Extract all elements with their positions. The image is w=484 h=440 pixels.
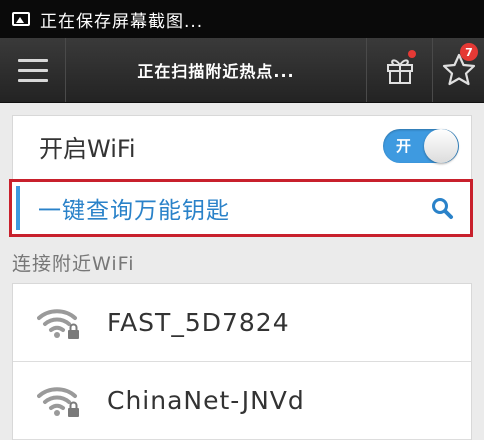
notification-badge: 7	[460, 43, 478, 61]
wifi-toggle-row: 开启WiFi 开	[13, 116, 471, 176]
gift-icon	[386, 59, 413, 84]
gift-notification-dot	[408, 50, 416, 58]
master-key-search-button[interactable]: 一键查询万能钥匙	[9, 179, 473, 237]
status-bar: 正在保存屏幕截图...	[0, 0, 484, 38]
favorites-button[interactable]: 7	[432, 38, 484, 102]
toggle-state-text: 开	[396, 137, 412, 155]
status-text: 正在保存屏幕截图...	[40, 11, 204, 32]
network-row[interactable]: FAST_5D7824	[13, 284, 471, 362]
network-row[interactable]: ChinaNet-JNVd	[13, 362, 471, 440]
wifi-settings-card: 开启WiFi 开 一键查询万能钥匙	[9, 115, 473, 237]
menu-button[interactable]	[0, 38, 66, 102]
wifi-toggle-switch[interactable]: 开	[383, 129, 459, 163]
section-title: 连接附近WiFi	[12, 253, 135, 275]
page-title: 正在扫描附近热点...	[137, 62, 295, 81]
network-name: FAST_5D7824	[107, 308, 290, 337]
wifi-toggle-label: 开启WiFi	[39, 134, 136, 163]
gift-button[interactable]	[366, 38, 432, 102]
wifi-lock-icon	[37, 308, 79, 339]
search-icon	[432, 198, 453, 219]
wifi-lock-icon	[37, 386, 79, 417]
toggle-knob	[424, 129, 458, 163]
accent-bar	[16, 186, 20, 230]
image-icon	[12, 12, 30, 26]
network-list: FAST_5D7824 ChinaNet-JNVd	[12, 283, 472, 440]
network-name: ChinaNet-JNVd	[107, 386, 305, 415]
menu-icon	[17, 58, 48, 62]
app-header: 正在扫描附近热点... 7	[0, 38, 484, 103]
search-label: 一键查询万能钥匙	[38, 198, 230, 224]
